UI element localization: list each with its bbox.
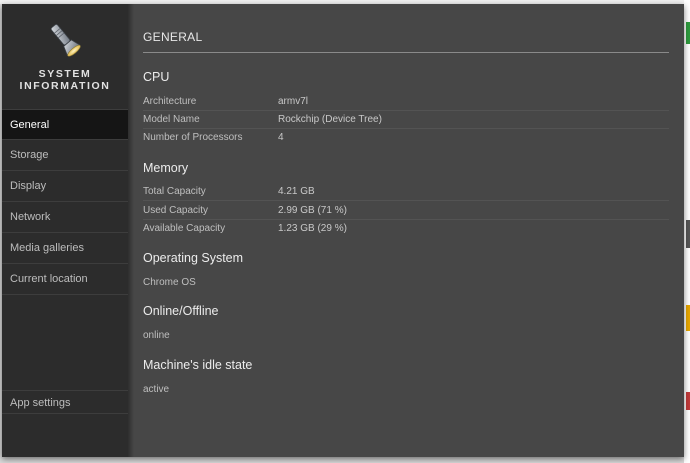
sidebar-item-media-galleries[interactable]: Media galleries (2, 233, 128, 264)
app-title-line1: SYSTEM (38, 68, 92, 80)
background-fragment (686, 392, 690, 410)
info-row: Total Capacity 4.21 GB (143, 183, 669, 201)
os-heading: Operating System (143, 251, 244, 265)
sidebar: SYSTEM INFORMATION General Storage Displ… (2, 4, 128, 457)
info-key: Used Capacity (143, 205, 209, 216)
info-value: 1.23 GB (29 %) (278, 223, 347, 234)
info-row: Used Capacity 2.99 GB (71 %) (143, 202, 669, 220)
app-settings-link[interactable]: App settings (2, 390, 128, 414)
app-title-line2: INFORMATION (19, 80, 111, 92)
info-value: armv7l (278, 96, 309, 107)
sidebar-item-network[interactable]: Network (2, 202, 128, 233)
background-fragment (686, 220, 690, 248)
info-row: Model Name Rockchip (Device Tree) (143, 111, 669, 129)
background-fragment (686, 305, 690, 331)
info-value: 2.99 GB (71 %) (278, 205, 347, 216)
title-divider (143, 52, 669, 53)
sidebar-item-display[interactable]: Display (2, 171, 128, 202)
info-row: Number of Processors 4 (143, 129, 669, 147)
info-value: 4.21 GB (278, 186, 315, 197)
info-key: Model Name (143, 114, 200, 125)
idle-heading: Machine's idle state (143, 358, 253, 372)
info-row: Architecture armv7l (143, 93, 669, 111)
info-key: Number of Processors (143, 132, 243, 143)
info-key: Architecture (143, 96, 197, 107)
info-key: Available Capacity (143, 223, 226, 234)
flashlight-icon (50, 24, 81, 57)
memory-heading: Memory (143, 161, 189, 175)
online-heading: Online/Offline (143, 304, 219, 318)
app-title: SYSTEM INFORMATION (2, 68, 128, 92)
info-row: Available Capacity 1.23 GB (29 %) (143, 220, 669, 238)
main-content: GENERAL CPU Architecture armv7l Model Na… (143, 4, 669, 457)
brand: SYSTEM INFORMATION (2, 20, 128, 92)
sidebar-item-general[interactable]: General (2, 109, 128, 140)
sidebar-item-current-location[interactable]: Current location (2, 264, 128, 295)
sidebar-shadow (128, 4, 134, 457)
background-fragment (686, 22, 690, 44)
online-value: online (143, 330, 170, 341)
app-window: SYSTEM INFORMATION General Storage Displ… (2, 4, 684, 457)
sidebar-item-storage[interactable]: Storage (2, 140, 128, 171)
cpu-heading: CPU (143, 70, 170, 84)
info-value: 4 (278, 132, 284, 143)
os-value: Chrome OS (143, 277, 196, 288)
sidebar-nav: General Storage Display Network Media ga… (2, 109, 128, 295)
page-title: GENERAL (143, 30, 203, 44)
info-key: Total Capacity (143, 186, 206, 197)
idle-value: active (143, 384, 170, 395)
info-value: Rockchip (Device Tree) (278, 114, 382, 125)
